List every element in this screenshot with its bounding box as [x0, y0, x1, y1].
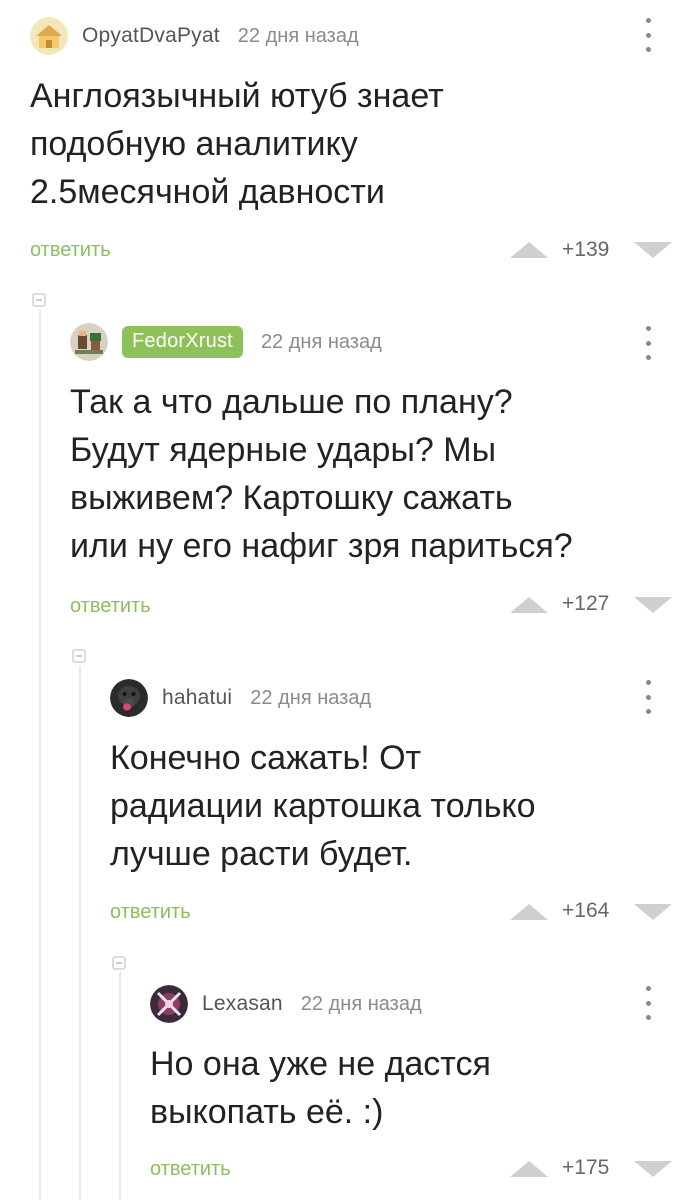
downvote-icon[interactable]	[634, 904, 672, 920]
upvote-icon[interactable]	[510, 1161, 548, 1177]
comment: Lexasan 22 дня назад Но она уже не дастс…	[150, 982, 680, 1192]
house-icon[interactable]	[30, 17, 68, 55]
more-options-icon[interactable]	[644, 18, 652, 52]
downvote-icon[interactable]	[634, 1161, 672, 1177]
comment: FedorXrust 22 дня назад Так а что дальше…	[70, 320, 680, 620]
comment-date: 22 дня назад	[250, 686, 372, 709]
downvote-icon[interactable]	[634, 242, 672, 258]
thread-line	[119, 972, 121, 1200]
gorilla-icon[interactable]	[110, 679, 148, 717]
comment: hahatui 22 дня назад Конечно сажать! От …	[110, 676, 680, 926]
comment-date: 22 дня назад	[260, 330, 382, 353]
comment-author[interactable]: hahatui	[162, 686, 232, 710]
thread-line	[79, 666, 81, 1200]
comment-author[interactable]: OpyatDvaPyat	[82, 24, 220, 48]
comment-header: hahatui 22 дня назад	[110, 676, 371, 720]
comment-text: Так а что дальше по плану? Будут ядерные…	[70, 383, 573, 565]
collapse-toggle[interactable]	[32, 293, 46, 307]
comment: OpyatDvaPyat 22 дня назад Англоязычный ю…	[30, 14, 680, 264]
reply-button[interactable]: ответить	[70, 595, 151, 618]
upvote-icon[interactable]	[510, 904, 548, 920]
comment-score: +175	[562, 1156, 610, 1179]
comment-header: OpyatDvaPyat 22 дня назад	[30, 14, 359, 58]
upvote-icon[interactable]	[510, 597, 548, 613]
thread-line	[39, 310, 41, 1200]
comment-text: Но она уже не дастся выкопать её. :)	[150, 1045, 491, 1131]
upvote-icon[interactable]	[510, 242, 548, 258]
comment-text: Конечно сажать! От радиации картошка тол…	[110, 739, 536, 873]
comment-text: Англоязычный ютуб знает подобную аналити…	[30, 77, 444, 211]
comment-score: +164	[562, 899, 610, 922]
comment-date: 22 дня назад	[300, 992, 422, 1015]
reply-button[interactable]: ответить	[110, 901, 191, 924]
comment-author[interactable]: Lexasan	[202, 992, 283, 1016]
pixel-character-icon[interactable]	[70, 323, 108, 361]
comment-score: +127	[562, 592, 610, 615]
more-options-icon[interactable]	[644, 326, 652, 360]
collapse-toggle[interactable]	[72, 649, 86, 663]
downvote-icon[interactable]	[634, 597, 672, 613]
crossed-swords-icon[interactable]	[150, 985, 188, 1023]
comment-author[interactable]: FedorXrust	[122, 326, 243, 358]
reply-button[interactable]: ответить	[150, 1158, 231, 1181]
comment-header: FedorXrust 22 дня назад	[70, 320, 382, 364]
more-options-icon[interactable]	[644, 680, 652, 714]
comment-header: Lexasan 22 дня назад	[150, 982, 422, 1026]
comment-date: 22 дня назад	[237, 24, 359, 47]
comment-score: +139	[562, 238, 610, 261]
collapse-toggle[interactable]	[112, 956, 126, 970]
reply-button[interactable]: ответить	[30, 239, 111, 262]
more-options-icon[interactable]	[644, 986, 652, 1020]
